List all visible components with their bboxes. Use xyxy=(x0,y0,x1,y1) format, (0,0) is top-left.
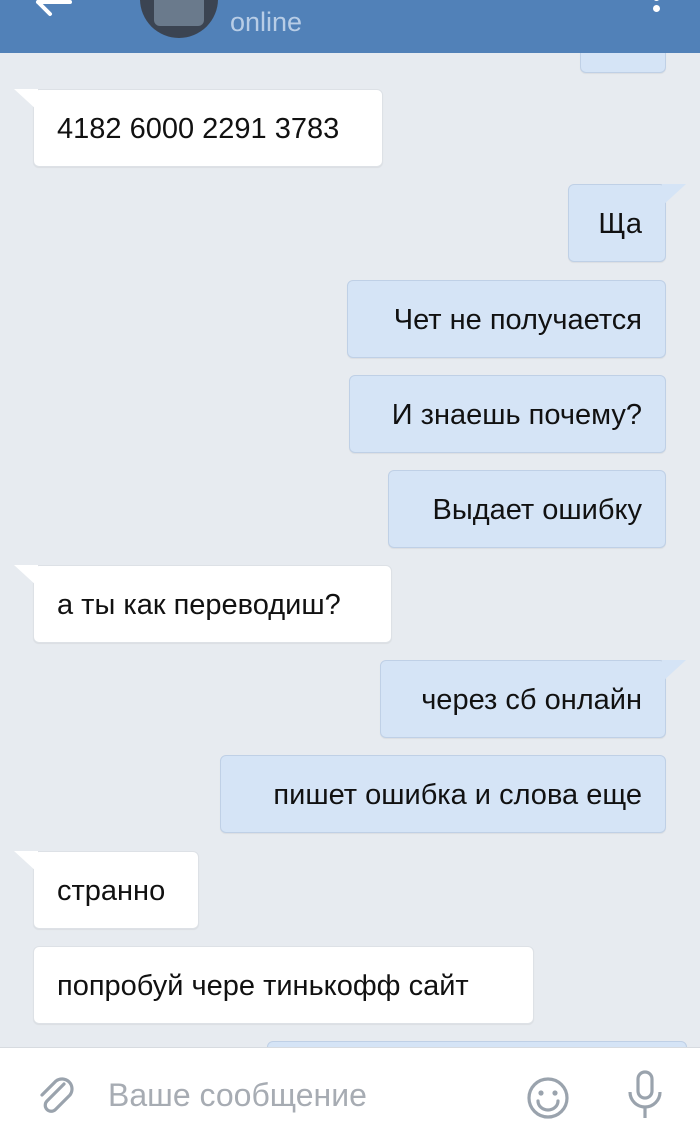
message-text: через сб онлайн xyxy=(421,684,642,716)
message-text: пишет ошибка и слова еще xyxy=(273,779,642,811)
message-bubble-partial xyxy=(580,53,666,73)
bubble-tail xyxy=(14,851,38,873)
message-bubble-incoming: а ты как переводиш? xyxy=(33,565,392,643)
message-bubble-outgoing: Чет не получается xyxy=(347,280,666,358)
message-bubble-outgoing: через сб онлайн xyxy=(380,660,666,738)
message-text: Выдает ошибку xyxy=(432,494,642,526)
message-bubble-incoming: 4182 6000 2291 3783 xyxy=(33,89,383,167)
back-arrow-icon[interactable] xyxy=(30,0,78,18)
avatar[interactable] xyxy=(140,0,218,38)
smile-icon[interactable] xyxy=(526,1076,570,1120)
bubble-tail xyxy=(14,89,38,111)
message-bubble-incoming: странно xyxy=(33,851,199,929)
message-composer xyxy=(0,1047,700,1141)
message-bubble-incoming: попробуй чере тинькофф сайт xyxy=(33,946,534,1024)
message-bubble-outgoing: Ща xyxy=(568,184,666,262)
message-text: странно xyxy=(57,875,166,907)
message-text: Чет не получается xyxy=(393,304,642,336)
bubble-tail xyxy=(662,660,686,682)
bubble-tail xyxy=(14,565,38,587)
paperclip-icon[interactable] xyxy=(34,1074,78,1118)
more-vertical-icon[interactable] xyxy=(651,0,663,18)
message-text: И знаешь почему? xyxy=(391,399,642,431)
chat-header: online xyxy=(0,0,700,53)
message-list[interactable]: 4182 6000 2291 3783 Ща Чет не получается… xyxy=(0,53,700,1047)
message-bubble-outgoing: Выдает ошибку xyxy=(388,470,666,548)
message-bubble-outgoing: пишет ошибка и слова еще xyxy=(220,755,666,833)
message-input[interactable] xyxy=(108,1072,488,1118)
avatar-image xyxy=(154,0,204,26)
message-text: Ща xyxy=(598,208,642,240)
microphone-icon[interactable] xyxy=(624,1070,666,1122)
message-text: а ты как переводиш? xyxy=(57,589,341,621)
message-text: попробуй чере тинькофф сайт xyxy=(57,970,469,1002)
bubble-tail xyxy=(662,184,686,206)
message-bubble-outgoing: И знаешь почему? xyxy=(349,375,666,453)
message-text: 4182 6000 2291 3783 xyxy=(57,113,340,145)
online-status: online xyxy=(230,7,303,37)
